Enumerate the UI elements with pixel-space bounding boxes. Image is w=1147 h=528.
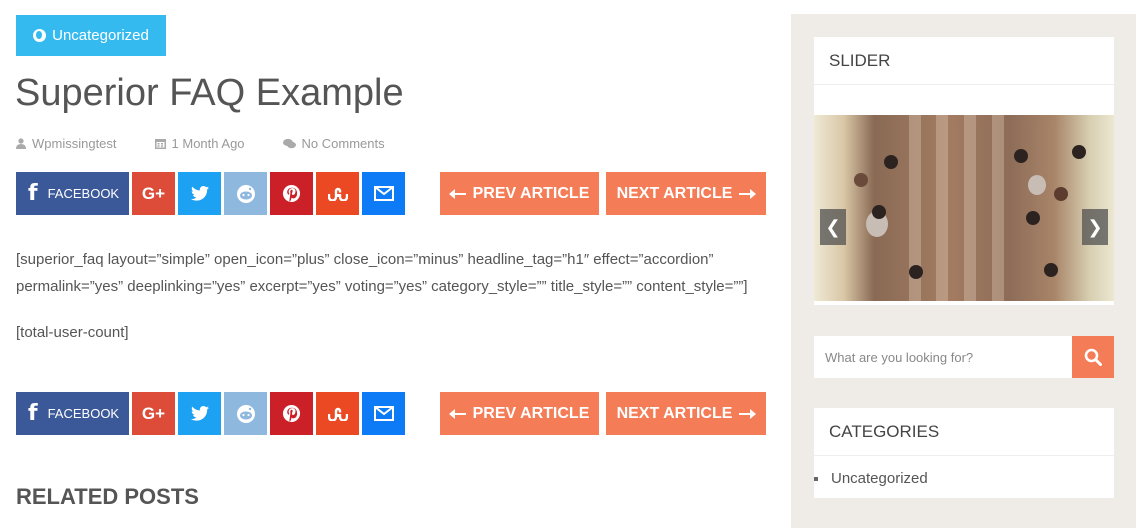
content-paragraph: [superior_faq layout=”simple” open_icon=… — [16, 251, 748, 295]
category-link[interactable]: Uncategorized — [831, 470, 928, 487]
next-article-button[interactable]: NEXT ARTICLE — [606, 172, 766, 215]
share-google-plus-button[interactable]: G+ — [132, 172, 175, 215]
google-plus-icon: G+ — [141, 183, 166, 203]
user-icon — [16, 137, 26, 149]
envelope-icon — [373, 186, 394, 201]
search-form — [814, 336, 1114, 378]
share-stumbleupon-button[interactable] — [316, 172, 359, 215]
share-twitter-button[interactable] — [178, 392, 221, 435]
share-bar-top: f FACEBOOK G+ — [16, 172, 405, 215]
main-content: Uncategorized Superior FAQ Example Wpmis… — [0, 0, 790, 528]
post-date: 1 Month Ago — [171, 135, 245, 151]
facebook-label: FACEBOOK — [47, 406, 120, 421]
comments-icon — [282, 138, 296, 148]
share-email-button[interactable] — [362, 172, 405, 215]
categories-widget-title: CATEGORIES — [814, 408, 1114, 456]
twitter-icon — [190, 406, 209, 421]
twitter-icon — [190, 186, 209, 201]
chevron-left-icon: ❮ — [825, 216, 841, 237]
reddit-icon — [236, 184, 255, 203]
envelope-icon — [373, 406, 394, 421]
slider-widget: SLIDER ❮ ❯ — [814, 37, 1114, 305]
sidebar: SLIDER ❮ ❯ CA — [791, 14, 1136, 528]
prev-article-label: PREV ARTICLE — [472, 184, 590, 202]
calendar-icon — [154, 138, 166, 149]
category-badge-label: Uncategorized — [52, 27, 149, 44]
share-google-plus-button[interactable]: G+ — [132, 392, 175, 435]
globe-icon — [33, 29, 47, 42]
arrow-left-icon — [448, 408, 466, 419]
share-pinterest-button[interactable] — [270, 172, 313, 215]
meta-comments[interactable]: No Comments — [282, 134, 385, 152]
comments-count: No Comments — [301, 135, 385, 151]
prev-article-label: PREV ARTICLE — [472, 404, 590, 422]
share-reddit-button[interactable] — [224, 172, 267, 215]
prev-article-button[interactable]: PREV ARTICLE — [440, 392, 599, 435]
facebook-label: FACEBOOK — [47, 186, 120, 201]
post-content: [superior_faq layout=”simple” open_icon=… — [16, 246, 776, 365]
post-nav-bottom: PREV ARTICLE NEXT ARTICLE — [440, 392, 766, 435]
arrow-right-icon — [739, 408, 757, 419]
facebook-icon: f — [28, 181, 38, 206]
share-reddit-button[interactable] — [224, 392, 267, 435]
next-article-button[interactable]: NEXT ARTICLE — [606, 392, 766, 435]
slider-image — [814, 115, 1114, 301]
share-email-button[interactable] — [362, 392, 405, 435]
category-badge[interactable]: Uncategorized — [16, 15, 166, 56]
related-posts-heading: RELATED POSTS — [16, 484, 199, 509]
post-title: Superior FAQ Example — [15, 72, 404, 114]
share-twitter-button[interactable] — [178, 172, 221, 215]
bullet — [814, 476, 818, 481]
post-nav-top: PREV ARTICLE NEXT ARTICLE — [440, 172, 766, 215]
share-stumbleupon-button[interactable] — [316, 392, 359, 435]
slider-prev-button[interactable]: ❮ — [820, 209, 846, 245]
categories-widget: CATEGORIES Uncategorized — [814, 408, 1114, 498]
arrow-left-icon — [448, 188, 466, 199]
search-input[interactable] — [814, 336, 1072, 378]
share-bar-bottom: f FACEBOOK G+ — [16, 392, 405, 435]
stumbleupon-icon — [327, 187, 348, 201]
google-plus-icon: G+ — [141, 403, 166, 423]
meta-date: 1 Month Ago — [154, 134, 245, 152]
pinterest-icon — [282, 184, 301, 203]
pinterest-icon — [282, 404, 301, 423]
stumbleupon-icon — [327, 407, 348, 421]
facebook-icon: f — [28, 401, 38, 426]
post-meta: Wpmissingtest 1 Month Ago No Comments — [16, 134, 423, 152]
search-icon — [1084, 348, 1102, 366]
content-paragraph: [total-user-count] — [16, 324, 129, 341]
next-article-label: NEXT ARTICLE — [616, 184, 733, 202]
prev-article-button[interactable]: PREV ARTICLE — [440, 172, 599, 215]
slider-next-button[interactable]: ❯ — [1082, 209, 1108, 245]
categories-list: Uncategorized — [814, 456, 1114, 487]
chevron-right-icon: ❯ — [1087, 216, 1103, 237]
reddit-icon — [236, 404, 255, 423]
share-facebook-button[interactable]: f FACEBOOK — [16, 172, 129, 215]
meta-author[interactable]: Wpmissingtest — [16, 134, 117, 152]
list-item: Uncategorized — [814, 470, 1114, 487]
arrow-right-icon — [739, 188, 757, 199]
next-article-label: NEXT ARTICLE — [616, 404, 733, 422]
slider-widget-title: SLIDER — [814, 37, 1114, 85]
share-pinterest-button[interactable] — [270, 392, 313, 435]
share-facebook-button[interactable]: f FACEBOOK — [16, 392, 129, 435]
author-name: Wpmissingtest — [32, 135, 117, 151]
search-button[interactable] — [1072, 336, 1114, 378]
